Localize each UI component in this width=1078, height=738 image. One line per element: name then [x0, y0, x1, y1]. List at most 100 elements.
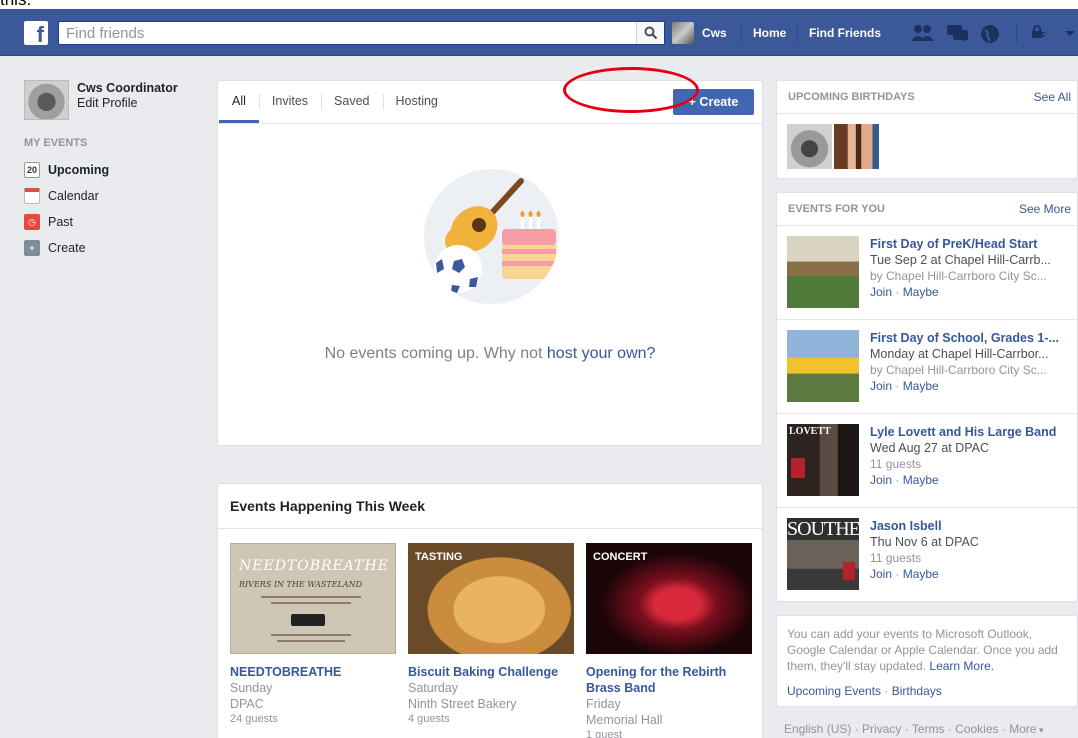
suggested-event-when: Monday at Chapel Hill-Carrbor... [870, 347, 1049, 361]
see-all-birthdays-link[interactable]: See All [1034, 90, 1071, 104]
week-event-name[interactable]: Biscuit Baking Challenge [408, 664, 574, 680]
page-footer: English (US) · Privacy · Terms · Cookies… [784, 722, 1044, 736]
sidebar-item-create[interactable]: + Create [24, 235, 204, 261]
birthday-avatar[interactable] [834, 124, 879, 169]
event-thumbnail[interactable]: SOUTHEASTERN [787, 518, 859, 590]
maybe-link[interactable]: Maybe [903, 567, 939, 581]
footer-cookies-link[interactable]: Cookies [955, 722, 998, 736]
suggested-event-name[interactable]: First Day of PreK/Head Start [870, 236, 1067, 252]
week-event-item[interactable]: NEEDTOBREATHE RIVERS IN THE WASTELAND NE… [230, 543, 396, 738]
nav-divider [1016, 23, 1017, 43]
week-event-guests: 24 guests [230, 713, 278, 725]
search-input[interactable] [59, 22, 619, 44]
see-more-events-link[interactable]: See More [1019, 202, 1071, 216]
friend-requests-icon[interactable] [910, 24, 936, 42]
suggested-event-host: by Chapel Hill-Carrboro City Sc... [870, 363, 1047, 377]
join-link[interactable]: Join [870, 473, 892, 487]
footer-privacy-link[interactable]: Privacy [862, 722, 901, 736]
maybe-link[interactable]: Maybe [903, 285, 939, 299]
calendar-icon [24, 188, 40, 204]
suggested-event[interactable]: First Day of PreK/Head Start Tue Sep 2 a… [777, 226, 1077, 320]
calendar-date-icon: 20 [24, 162, 40, 178]
maybe-link[interactable]: Maybe [903, 473, 939, 487]
profile-name-link[interactable]: Cws Coordinator [77, 81, 178, 96]
upcoming-birthdays-card: UPCOMING BIRTHDAYS See All [776, 80, 1078, 179]
event-thumbnail[interactable]: LOVETT [787, 424, 859, 496]
join-link[interactable]: Join [870, 379, 892, 393]
event-poster-image[interactable]: TASTING [408, 543, 574, 654]
join-link[interactable]: Join [870, 567, 892, 581]
top-strip-text: this. [0, 0, 31, 8]
sidebar-item-past[interactable]: ◷ Past [24, 209, 204, 235]
maybe-link[interactable]: Maybe [903, 379, 939, 393]
event-thumbnail[interactable] [787, 236, 859, 308]
host-your-own-link[interactable]: host your own? [547, 345, 656, 362]
annotation-circle [563, 67, 699, 113]
footer-language-link[interactable]: English (US) [784, 722, 851, 736]
suggested-event-name[interactable]: Jason Isbell [870, 518, 1067, 534]
tab-all[interactable]: All [219, 81, 259, 123]
learn-more-link[interactable]: Learn More. [929, 659, 994, 673]
search-button[interactable] [636, 22, 664, 44]
birthday-avatar[interactable] [787, 124, 832, 169]
event-thumbnail[interactable] [787, 330, 859, 402]
suggested-event[interactable]: First Day of School, Grades 1-... Monday… [777, 320, 1077, 414]
week-event-name[interactable]: Opening for the Rebirth Brass Band [586, 664, 752, 696]
account-menu-chevron-icon[interactable] [1064, 30, 1076, 38]
footer-more-link[interactable]: More [1009, 722, 1036, 736]
suggested-event-name[interactable]: First Day of School, Grades 1-... [870, 330, 1067, 346]
sidebar-item-calendar[interactable]: Calendar [24, 183, 204, 209]
facebook-logo-icon[interactable]: f [24, 21, 48, 45]
week-event-place: Memorial Hall [586, 713, 663, 727]
footer-more-chevron-icon[interactable]: ▾ [1037, 725, 1044, 735]
week-event-item[interactable]: TASTING Biscuit Baking Challenge Saturda… [408, 543, 574, 738]
suggested-event-when: Thu Nov 6 at DPAC [870, 535, 979, 549]
event-poster-image[interactable]: NEEDTOBREATHE RIVERS IN THE WASTELAND [230, 543, 396, 654]
profile-picture[interactable] [24, 80, 69, 120]
nav-find-friends-link[interactable]: Find Friends [809, 26, 881, 40]
top-strip: this. [0, 0, 1078, 9]
footer-terms-link[interactable]: Terms [912, 722, 945, 736]
week-event-day: Saturday [408, 681, 459, 695]
empty-state-text: No events coming up. Why not [324, 345, 547, 362]
nav-divider [797, 23, 798, 43]
search-bar [58, 21, 665, 45]
week-event-place: Ninth Street Bakery [408, 697, 517, 711]
suggested-event[interactable]: LOVETT Lyle Lovett and His Large Band We… [777, 414, 1077, 508]
week-event-day: Sunday [230, 681, 273, 695]
profile-summary: Cws Coordinator Edit Profile [24, 80, 204, 120]
guitar-ball-cake-illustration [434, 178, 556, 293]
nav-profile-link[interactable]: Cws [672, 22, 727, 44]
join-link[interactable]: Join [870, 285, 892, 299]
messages-icon[interactable] [946, 24, 970, 42]
week-event-name[interactable]: NEEDTOBREATHE [230, 664, 396, 680]
nav-user-name: Cws [702, 26, 727, 40]
event-poster-image[interactable]: CONCERT [586, 543, 752, 654]
upcoming-events-export-link[interactable]: Upcoming Events [787, 684, 881, 698]
nav-divider [741, 23, 742, 43]
event-category-tag: CONCERT [593, 551, 648, 563]
nav-home-link[interactable]: Home [753, 26, 786, 40]
events-for-you-heading: EVENTS FOR YOU [788, 203, 885, 215]
sidebar-item-upcoming[interactable]: 20 Upcoming [24, 157, 204, 183]
notifications-globe-icon[interactable] [980, 24, 1000, 44]
avatar [672, 22, 694, 44]
sidebar-item-label: Past [48, 215, 74, 229]
suggested-event-name[interactable]: Lyle Lovett and His Large Band [870, 424, 1067, 440]
week-event-item[interactable]: CONCERT Opening for the Rebirth Brass Ba… [586, 543, 752, 738]
tab-invites[interactable]: Invites [258, 81, 321, 123]
edit-profile-link[interactable]: Edit Profile [77, 96, 137, 110]
privacy-shortcuts-icon[interactable] [1030, 24, 1046, 40]
suggested-event-guests: 11 guests [870, 457, 922, 471]
tab-saved[interactable]: Saved [321, 81, 382, 123]
week-event-guests: 1 guest [586, 729, 623, 738]
sidebar-item-label: Upcoming [48, 163, 110, 177]
birthdays-export-link[interactable]: Birthdays [892, 684, 942, 698]
calendar-export-card: You can add your events to Microsoft Out… [776, 615, 1078, 707]
poster-title: NEEDTOBREATHE [239, 558, 389, 574]
thumbnail-poster-text: LOVETT [789, 426, 831, 437]
tab-hosting[interactable]: Hosting [382, 81, 451, 123]
search-icon [644, 26, 658, 40]
suggested-event[interactable]: SOUTHEASTERN Jason Isbell Thu Nov 6 at D… [777, 508, 1077, 602]
week-event-day: Friday [586, 697, 621, 711]
